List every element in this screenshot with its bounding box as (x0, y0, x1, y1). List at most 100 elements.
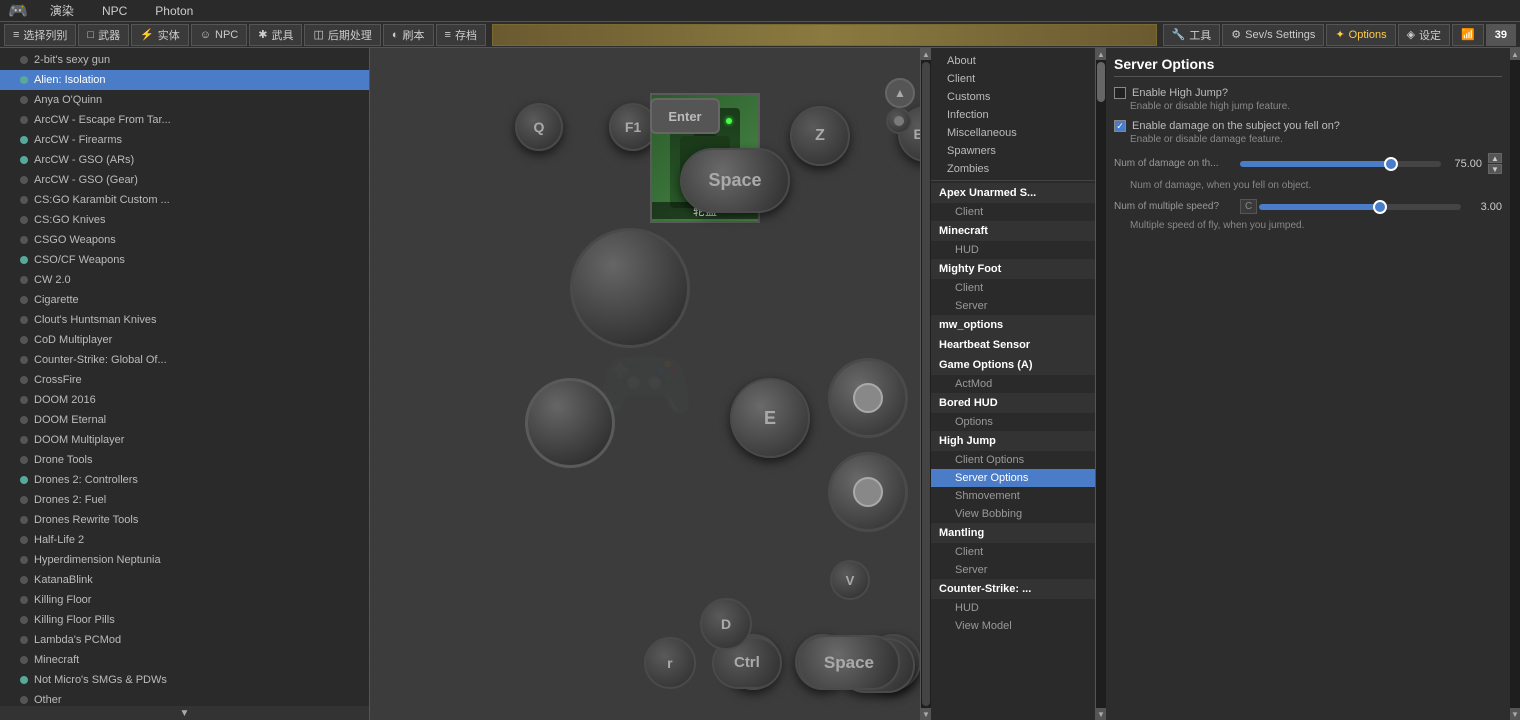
nav-zombies[interactable]: Zombies (931, 160, 1095, 178)
nav-cs-viewmodel[interactable]: View Model (931, 617, 1095, 635)
addon-item[interactable]: Counter-Strike: Global Of... (0, 350, 369, 370)
nav-menu[interactable]: About Client Customs Infection Miscellan… (931, 48, 1096, 720)
addon-item[interactable]: Killing Floor (0, 590, 369, 610)
addon-item[interactable]: KatanaBlink (0, 570, 369, 590)
addon-item[interactable]: CrossFire (0, 370, 369, 390)
nav-mf-client[interactable]: Client (931, 279, 1095, 297)
slider-damage-thumb[interactable] (1384, 157, 1398, 171)
nav-scroll-right-down[interactable]: ▼ (1096, 708, 1106, 720)
nav-misc[interactable]: Miscellaneous (931, 124, 1095, 142)
addon-item[interactable]: Other (0, 690, 369, 706)
right-thumbstick-1[interactable] (828, 358, 908, 438)
addon-item[interactable]: CS:GO Knives (0, 210, 369, 230)
key-e[interactable]: E (730, 378, 810, 458)
nav-scrollbar-thumb[interactable] (922, 62, 930, 706)
nav-hj-clientoptions[interactable]: Client Options (931, 451, 1095, 469)
slider-speed-key-c[interactable]: C (1240, 199, 1257, 214)
addon-item[interactable]: Half-Life 2 (0, 530, 369, 550)
key-space[interactable]: Space (680, 148, 790, 213)
nav-mf-server[interactable]: Server (931, 297, 1095, 315)
toolbar-weapons[interactable]: □ 武器 (78, 24, 129, 46)
nav-actmod[interactable]: ActMod (931, 375, 1095, 393)
key-r[interactable]: r (644, 637, 696, 689)
nav-scroll-up-btn[interactable]: ▲ (921, 48, 931, 60)
toolbar-entity[interactable]: ⚡ 实体 (131, 24, 189, 46)
key-enter[interactable]: Enter (650, 98, 720, 134)
nav-scroll-right-up[interactable]: ▲ (1096, 48, 1106, 60)
addon-item[interactable]: DOOM Multiplayer (0, 430, 369, 450)
addon-list[interactable]: 2-bit's sexy gun Alien: Isolation Anya O… (0, 48, 369, 706)
left-side-dial[interactable] (525, 378, 615, 468)
addon-item[interactable]: Cigarette (0, 290, 369, 310)
menu-photon[interactable]: Photon (149, 2, 199, 20)
slider-speed-track[interactable] (1259, 204, 1461, 210)
nav-spawners[interactable]: Spawners (931, 142, 1095, 160)
toolbar-sevsettings[interactable]: ⚙ Sev/s Settings (1222, 24, 1324, 46)
nav-apex-client[interactable]: Client (931, 203, 1095, 221)
addon-item[interactable]: Hyperdimension Neptunia (0, 550, 369, 570)
addon-item[interactable]: CW 2.0 (0, 270, 369, 290)
addon-item[interactable]: Not Micro's SMGs & PDWs (0, 670, 369, 690)
right-thumbstick-2[interactable] (828, 452, 908, 532)
menu-npc[interactable]: NPC (96, 2, 133, 20)
addon-item[interactable]: ArcCW - Firearms (0, 130, 369, 150)
nav-bh-options[interactable]: Options (931, 413, 1095, 431)
toolbar-save[interactable]: ≡ 存档 (436, 24, 486, 46)
addon-item[interactable]: CoD Multiplayer (0, 330, 369, 350)
toolbar-wifi[interactable]: 📶 (1452, 24, 1484, 46)
slider-damage-up[interactable]: ▲ (1488, 153, 1502, 163)
nav-cs-hud[interactable]: HUD (931, 599, 1095, 617)
checkbox-highjump[interactable] (1114, 87, 1126, 99)
top-right-scroll[interactable] (886, 108, 912, 134)
addon-list-scroll-down[interactable]: ▼ (0, 706, 369, 720)
nav-about[interactable]: About (931, 52, 1095, 70)
nav-hj-serveroptions[interactable]: Server Options (931, 469, 1095, 487)
menu-render[interactable]: 演染 (44, 0, 80, 21)
left-dial[interactable] (570, 228, 690, 348)
key-z[interactable]: Z (790, 106, 850, 166)
key-v[interactable]: V (830, 560, 870, 600)
nav-mc-hud[interactable]: HUD (931, 241, 1095, 259)
addon-item[interactable]: CSGO Weapons (0, 230, 369, 250)
nav-client-top[interactable]: Client (931, 70, 1095, 88)
addon-item[interactable]: Clout's Huntsman Knives (0, 310, 369, 330)
checkbox-damage[interactable] (1114, 120, 1126, 132)
scroll-up-btn[interactable]: ▲ (885, 78, 915, 108)
addon-item[interactable]: ArcCW - GSO (ARs) (0, 150, 369, 170)
toolbar-tools2[interactable]: ✱ 武具 (249, 24, 302, 46)
key-d[interactable]: D (700, 598, 752, 650)
addon-item-selected[interactable]: Alien: Isolation (0, 70, 369, 90)
options-scroll-down[interactable]: ▼ (1510, 708, 1520, 720)
toolbar-postprocess[interactable]: ◫ 后期处理 (304, 24, 380, 46)
nav-customs[interactable]: Customs (931, 88, 1095, 106)
nav-scroll-down-btn[interactable]: ▼ (921, 708, 931, 720)
addon-item[interactable]: Minecraft (0, 650, 369, 670)
key-space-bottom[interactable]: Space (798, 635, 900, 690)
addon-item[interactable]: DOOM Eternal (0, 410, 369, 430)
addon-item[interactable]: Killing Floor Pills (0, 610, 369, 630)
slider-damage-down[interactable]: ▼ (1488, 164, 1502, 174)
toolbar-tool2[interactable]: 🔧 工具 (1163, 24, 1221, 46)
key-q[interactable]: Q (515, 103, 563, 151)
addon-item[interactable]: ArcCW - GSO (Gear) (0, 170, 369, 190)
nav-infection[interactable]: Infection (931, 106, 1095, 124)
addon-item[interactable]: 2-bit's sexy gun (0, 50, 369, 70)
options-scroll-up[interactable]: ▲ (1510, 48, 1520, 60)
addon-item[interactable]: Drones Rewrite Tools (0, 510, 369, 530)
addon-item[interactable]: Lambda's PCMod (0, 630, 369, 650)
toolbar-script[interactable]: ◐ 刷本 (383, 24, 434, 46)
addon-item[interactable]: DOOM 2016 (0, 390, 369, 410)
toolbar-select[interactable]: ≡ 选择列别 (4, 24, 76, 46)
addon-item[interactable]: Drone Tools (0, 450, 369, 470)
toolbar-config[interactable]: ◈ 设定 (1398, 24, 1450, 46)
addon-item[interactable]: CS:GO Karambit Custom ... (0, 190, 369, 210)
addon-item[interactable]: Anya O'Quinn (0, 90, 369, 110)
addon-item[interactable]: ArcCW - Escape From Tar... (0, 110, 369, 130)
addon-item[interactable]: CSO/CF Weapons (0, 250, 369, 270)
nav-shmovement[interactable]: Shmovement (931, 487, 1095, 505)
addon-item[interactable]: Drones 2: Fuel (0, 490, 369, 510)
toolbar-npc[interactable]: ☺ NPC (191, 24, 247, 46)
slider-speed-thumb[interactable] (1373, 200, 1387, 214)
toolbar-options[interactable]: ✦ Options (1326, 24, 1395, 46)
nav-mantling-server[interactable]: Server (931, 561, 1095, 579)
